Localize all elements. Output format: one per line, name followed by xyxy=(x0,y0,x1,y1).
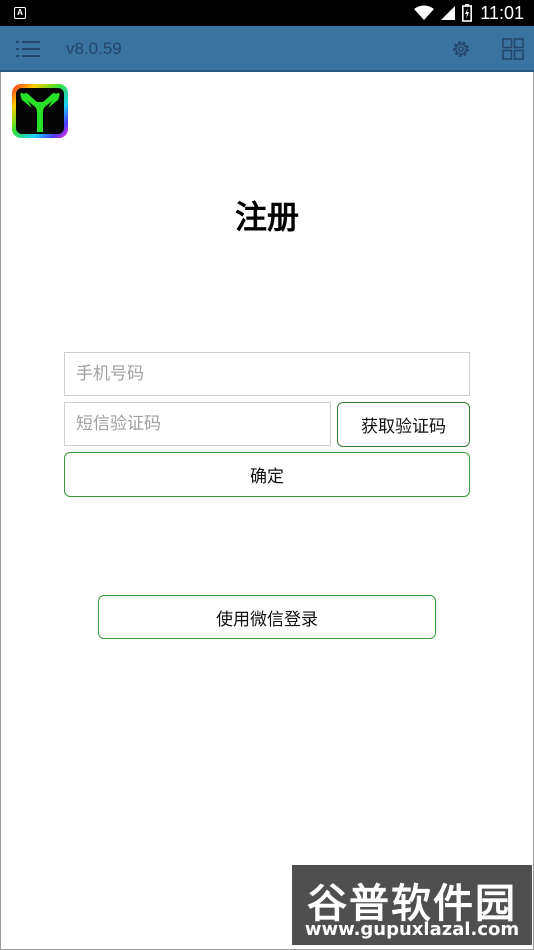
signal-icon xyxy=(441,6,455,20)
status-bar: A 11:01 xyxy=(0,0,534,26)
watermark-url: www.gupuxlazal.com xyxy=(304,919,520,940)
status-time: 11:01 xyxy=(480,3,524,23)
grid-icon[interactable] xyxy=(502,38,524,60)
status-icons xyxy=(414,4,472,22)
sms-code-input[interactable] xyxy=(64,402,331,446)
notification-icon: A xyxy=(14,7,26,19)
wifi-icon xyxy=(414,5,434,20)
confirm-button[interactable]: 确定 xyxy=(64,452,470,497)
app-version: v8.0.59 xyxy=(66,39,122,58)
sprout-icon xyxy=(20,92,60,132)
app-logo xyxy=(12,84,68,138)
get-code-button[interactable]: 获取验证码 xyxy=(337,402,470,447)
top-toolbar: v8.0.59 xyxy=(0,26,534,72)
phone-input[interactable] xyxy=(64,352,470,396)
gear-icon[interactable] xyxy=(450,38,472,60)
battery-icon xyxy=(462,4,472,22)
watermark: 谷普软件园 www.gupuxlazal.com xyxy=(292,865,532,945)
menu-icon[interactable] xyxy=(16,39,40,59)
page-title: 注册 xyxy=(234,198,299,236)
wechat-login-button[interactable]: 使用微信登录 xyxy=(98,595,436,639)
logo-inner xyxy=(16,88,64,134)
